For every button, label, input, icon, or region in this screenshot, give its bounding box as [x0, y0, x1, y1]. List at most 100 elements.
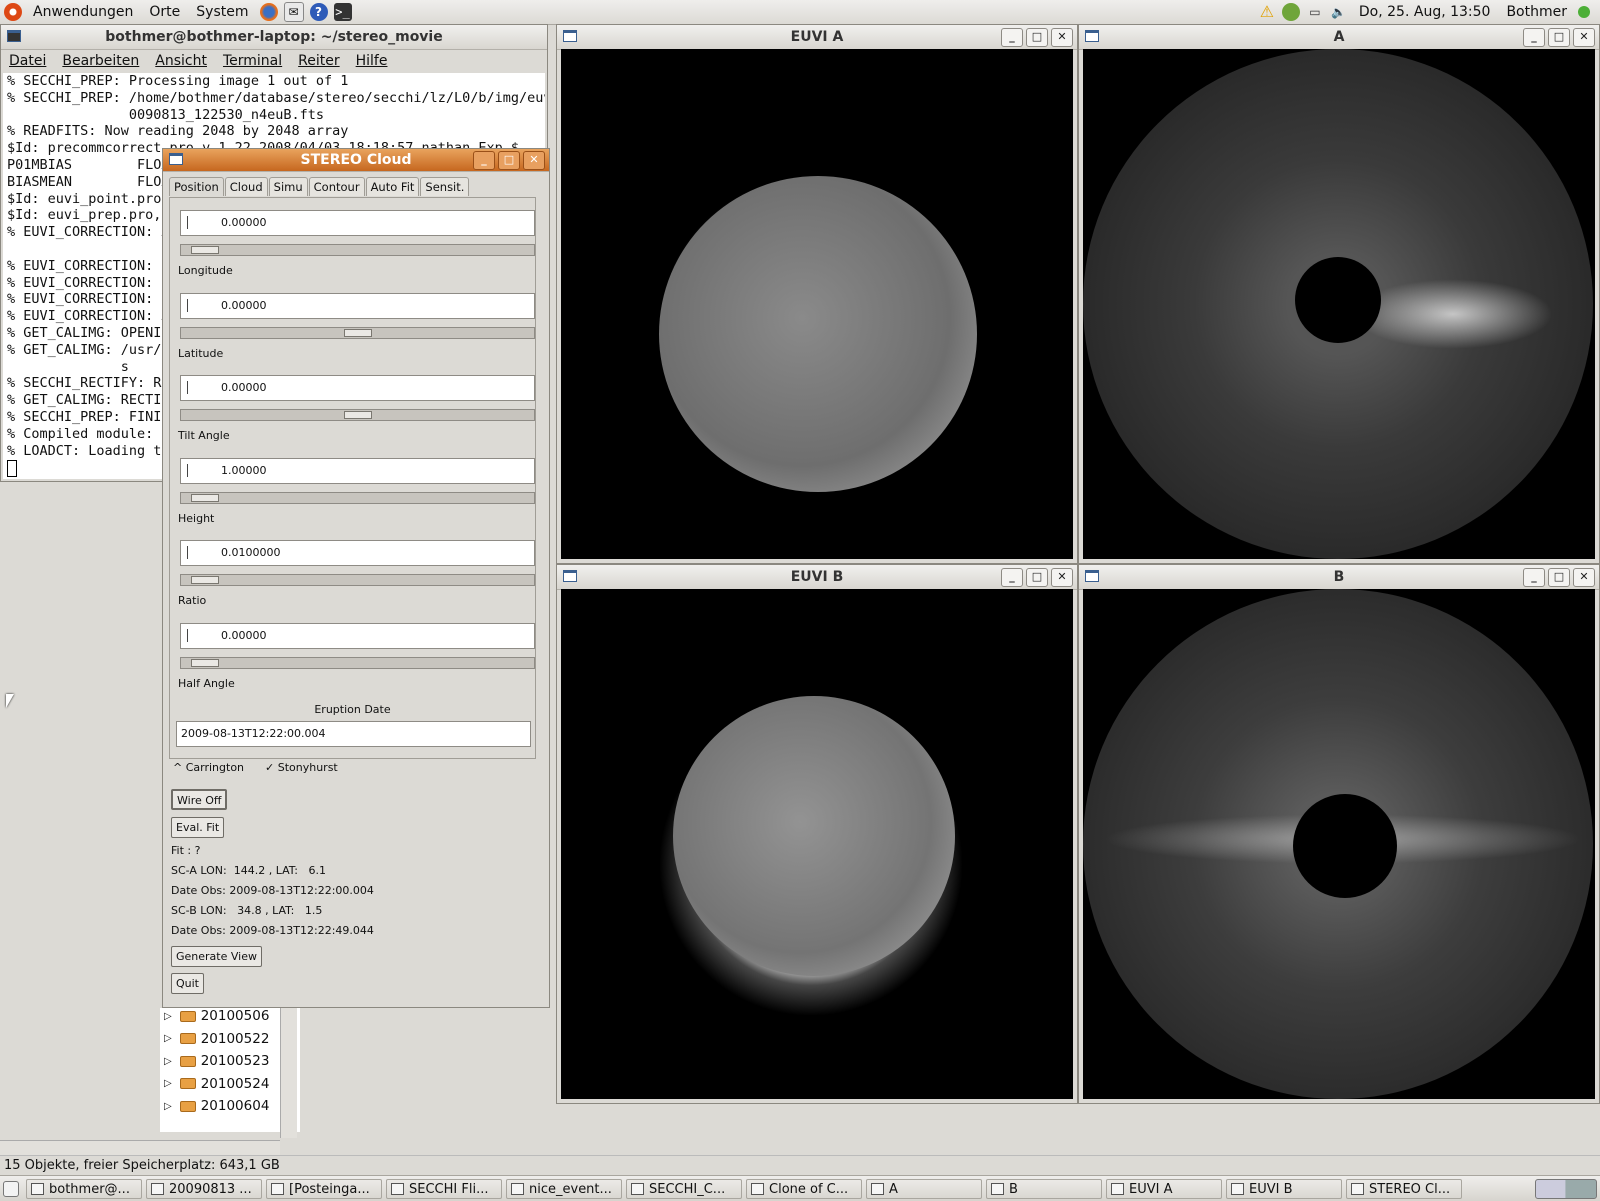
eruption-date-field[interactable]: 2009-08-13T12:22:00.004: [176, 721, 531, 747]
slider-knob[interactable]: [190, 246, 219, 254]
volume-icon[interactable]: 🔈: [1330, 3, 1348, 21]
terminal-menu-bearbeiten[interactable]: Bearbeiten: [54, 53, 147, 69]
taskbar-item[interactable]: A: [866, 1178, 982, 1199]
status-online-icon[interactable]: [1578, 6, 1590, 18]
cor-b-titlebar[interactable]: B _ □ ✕: [1079, 565, 1599, 590]
taskbar-item[interactable]: [Posteinga...: [266, 1178, 382, 1199]
network-icon[interactable]: [1281, 3, 1300, 21]
radio-stonyhurst[interactable]: ✓ Stonyhurst: [265, 761, 338, 774]
param-slider-1[interactable]: [180, 326, 535, 339]
terminal-menu-ansicht[interactable]: Ansicht: [147, 53, 215, 69]
help-icon[interactable]: ?: [309, 3, 328, 21]
firefox-icon[interactable]: [259, 3, 278, 21]
taskbar-item[interactable]: STEREO Cl...: [1346, 1178, 1462, 1199]
minimize-button[interactable]: _: [473, 151, 495, 170]
euvi-b-image[interactable]: [561, 589, 1073, 1099]
param-slider-3[interactable]: [180, 491, 535, 504]
euvi-b-titlebar[interactable]: EUVI B _ □ ✕: [557, 565, 1077, 590]
menu-system[interactable]: System: [188, 4, 256, 20]
workspace-switcher-icon[interactable]: [1535, 1178, 1597, 1199]
param-slider-2[interactable]: [180, 409, 535, 421]
taskbar-item[interactable]: EUVI B: [1226, 1178, 1342, 1199]
minimize-button[interactable]: _: [1001, 28, 1023, 47]
maximize-button[interactable]: □: [1026, 28, 1048, 47]
terminal-menu-hilfe[interactable]: Hilfe: [348, 53, 396, 69]
taskbar-item[interactable]: B: [986, 1178, 1102, 1199]
maximize-button[interactable]: □: [1548, 568, 1570, 587]
tab-cloud[interactable]: Cloud: [224, 177, 268, 196]
expander-triangle-icon[interactable]: ▷: [164, 1011, 172, 1022]
minimize-button[interactable]: _: [1001, 568, 1023, 587]
param-field-3[interactable]: 1.00000: [180, 457, 535, 484]
clock[interactable]: Do, 25. Aug, 13:50: [1351, 4, 1499, 20]
stereo-cloud-titlebar[interactable]: STEREO Cloud _ □ ✕: [163, 149, 549, 172]
tab-auto-fit[interactable]: Auto Fit: [365, 177, 420, 196]
minimize-button[interactable]: _: [1523, 28, 1545, 47]
terminal-menu-datei[interactable]: Datei: [1, 53, 54, 69]
taskbar-item[interactable]: bothmer@...: [26, 1178, 142, 1199]
tab-position[interactable]: Position: [169, 177, 224, 196]
radio-carrington[interactable]: ^ Carrington: [173, 761, 244, 774]
terminal-launcher-icon[interactable]: >_: [333, 3, 352, 21]
close-button[interactable]: ✕: [1573, 568, 1595, 587]
slider-knob[interactable]: [343, 411, 372, 419]
close-button[interactable]: ✕: [1051, 28, 1073, 47]
tree-folder-row[interactable]: ▷ 20100524: [164, 1076, 269, 1092]
close-button[interactable]: ✕: [1573, 28, 1595, 47]
display-icon[interactable]: ▭: [1306, 3, 1324, 21]
ubuntu-logo-icon[interactable]: [4, 3, 22, 21]
close-button[interactable]: ✕: [1051, 568, 1073, 587]
warning-icon[interactable]: ⚠: [1258, 3, 1276, 21]
menu-applications[interactable]: Anwendungen: [25, 4, 141, 20]
param-slider-5[interactable]: [180, 656, 535, 669]
slider-knob[interactable]: [343, 328, 372, 337]
quit-button[interactable]: Quit: [171, 973, 204, 994]
maximize-button[interactable]: □: [1548, 28, 1570, 47]
tree-folder-row[interactable]: ▷ 20100506: [164, 1008, 269, 1024]
taskbar-item[interactable]: SECCHI_C...: [626, 1178, 742, 1199]
tree-folder-row[interactable]: ▷ 20100523: [164, 1053, 269, 1069]
generate-view-button[interactable]: Generate View: [171, 946, 262, 967]
horizontal-scrollbar[interactable]: [0, 1140, 280, 1155]
maximize-button[interactable]: □: [498, 151, 520, 170]
expander-triangle-icon[interactable]: ▷: [164, 1056, 172, 1067]
expander-triangle-icon[interactable]: ▷: [164, 1101, 172, 1112]
param-slider-4[interactable]: [180, 574, 535, 586]
param-slider-0[interactable]: [180, 244, 535, 256]
cor-a-titlebar[interactable]: A _ □ ✕: [1079, 25, 1599, 50]
user-name[interactable]: Bothmer: [1498, 4, 1575, 20]
taskbar-item[interactable]: nice_event...: [506, 1178, 622, 1199]
menu-places[interactable]: Orte: [141, 4, 188, 20]
show-desktop-icon[interactable]: [3, 1180, 19, 1197]
tree-scrollbar[interactable]: [280, 1008, 297, 1138]
tab-sensit[interactable]: Sensit.: [420, 177, 470, 196]
terminal-menu-reiter[interactable]: Reiter: [290, 53, 347, 69]
taskbar-item[interactable]: SECCHI Fli...: [386, 1178, 502, 1199]
tab-simu[interactable]: Simu: [268, 177, 308, 196]
taskbar-item[interactable]: Clone of C...: [746, 1178, 862, 1199]
euvi-a-image[interactable]: [561, 49, 1073, 559]
close-button[interactable]: ✕: [523, 151, 545, 170]
param-field-0[interactable]: 0.00000: [180, 210, 535, 236]
tree-folder-row[interactable]: ▷ 20100522: [164, 1031, 269, 1047]
param-field-5[interactable]: 0.00000: [180, 622, 535, 649]
param-field-2[interactable]: 0.00000: [180, 375, 535, 401]
maximize-button[interactable]: □: [1026, 568, 1048, 587]
tree-folder-row[interactable]: ▷ 20100604: [164, 1098, 269, 1114]
slider-knob[interactable]: [190, 493, 219, 502]
euvi-a-titlebar[interactable]: EUVI A _ □ ✕: [557, 25, 1077, 50]
eval-fit-button[interactable]: Eval. Fit: [171, 817, 225, 838]
expander-triangle-icon[interactable]: ▷: [164, 1033, 172, 1044]
tab-contour[interactable]: Contour: [308, 177, 365, 196]
slider-knob[interactable]: [190, 576, 219, 584]
taskbar-item[interactable]: EUVI A: [1106, 1178, 1222, 1199]
taskbar-item[interactable]: 20090813 ...: [146, 1178, 262, 1199]
slider-knob[interactable]: [190, 658, 219, 667]
minimize-button[interactable]: _: [1523, 568, 1545, 587]
cor-a-image[interactable]: [1083, 49, 1595, 559]
param-field-4[interactable]: 0.0100000: [180, 540, 535, 566]
terminal-titlebar[interactable]: bothmer@bothmer-laptop: ~/stereo_movie: [1, 25, 547, 50]
terminal-menu-terminal[interactable]: Terminal: [215, 53, 290, 69]
cor-b-image[interactable]: [1083, 589, 1595, 1099]
wire-off-button[interactable]: Wire Off: [171, 789, 228, 810]
